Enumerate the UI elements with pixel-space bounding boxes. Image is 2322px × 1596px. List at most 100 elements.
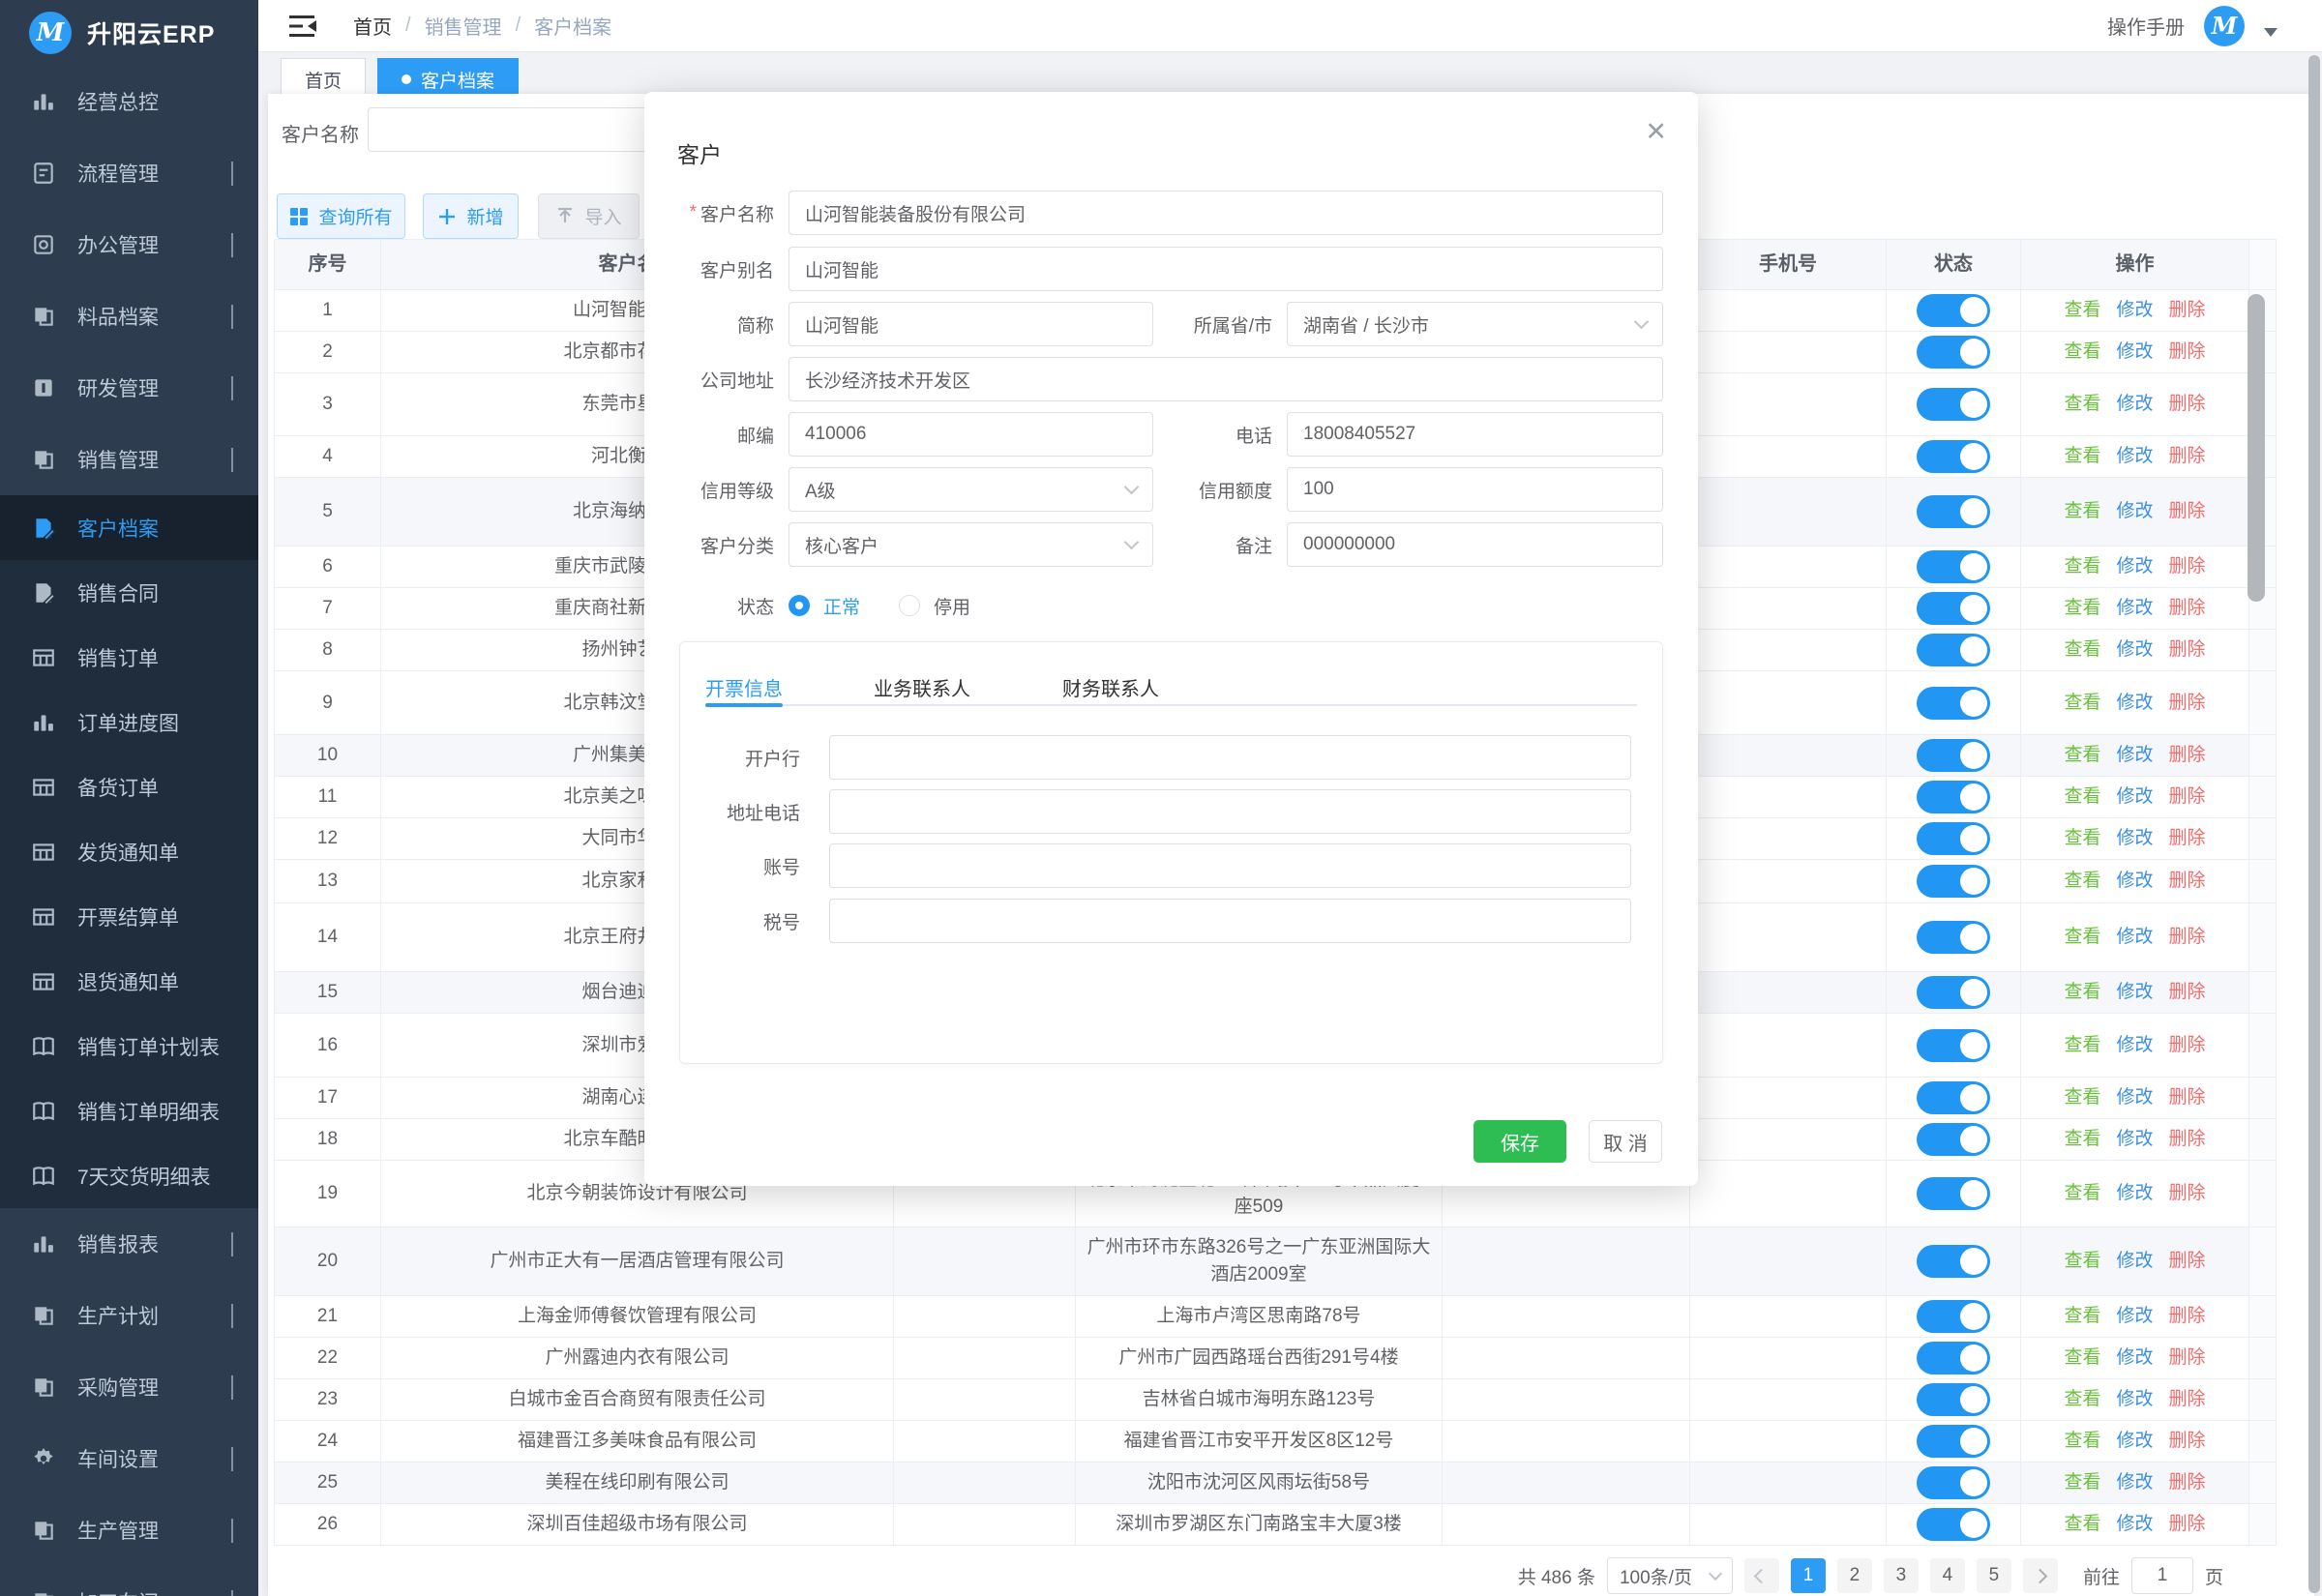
view-link[interactable]: 查看 [2064,391,2100,418]
delete-link[interactable]: 删除 [2169,1345,2206,1372]
view-link[interactable]: 查看 [2064,825,2100,852]
status-normal-label[interactable]: 正常 [823,593,860,619]
view-link[interactable]: 查看 [2064,553,2100,580]
edit-link[interactable]: 修改 [2116,297,2153,324]
delete-link[interactable]: 删除 [2169,1248,2206,1275]
delete-link[interactable]: 删除 [2169,297,2206,324]
delete-link[interactable]: 删除 [2169,443,2206,470]
zip-input[interactable] [789,412,1153,457]
sidebar-subitem[interactable]: 销售合同 [0,560,258,625]
collapse-menu-icon[interactable] [289,14,318,39]
prev-page-button[interactable] [1744,1558,1779,1593]
edit-link[interactable]: 修改 [2116,1180,2153,1207]
sidebar-item[interactable]: 销售管理 [0,424,258,495]
delete-link[interactable]: 删除 [2169,742,2206,769]
edit-link[interactable]: 修改 [2116,553,2153,580]
status-toggle[interactable] [1917,440,1990,473]
status-toggle[interactable] [1917,495,1990,528]
company-address-input[interactable] [789,357,1663,401]
view-link[interactable]: 查看 [2064,1469,2100,1496]
sidebar-item[interactable]: 销售报表 [0,1208,258,1280]
status-toggle[interactable] [1917,294,1990,327]
delete-link[interactable]: 删除 [2169,553,2206,580]
delete-link[interactable]: 删除 [2169,636,2206,664]
category-select[interactable]: 核心客户 [789,522,1153,567]
view-link[interactable]: 查看 [2064,498,2100,525]
edit-link[interactable]: 修改 [2116,783,2153,811]
address-phone-input[interactable] [829,789,1631,834]
delete-link[interactable]: 删除 [2169,1180,2206,1207]
page-button[interactable]: 2 [1837,1558,1872,1593]
save-button[interactable]: 保存 [1474,1120,1566,1163]
edit-link[interactable]: 修改 [2116,339,2153,366]
status-toggle[interactable] [1917,634,1990,666]
status-toggle[interactable] [1917,1081,1990,1114]
view-link[interactable]: 查看 [2064,924,2100,951]
edit-link[interactable]: 修改 [2116,391,2153,418]
status-disabled-label[interactable]: 停用 [934,593,970,619]
tab-finance-contact[interactable]: 财务联系人 [1062,673,1159,701]
sidebar-item[interactable]: 流程管理 [0,137,258,209]
edit-link[interactable]: 修改 [2116,1248,2153,1275]
sidebar-item[interactable]: 办公管理 [0,209,258,281]
status-toggle[interactable] [1917,687,1990,720]
sidebar-item[interactable]: 生产计划 [0,1280,258,1351]
short-name-input[interactable] [789,302,1153,346]
edit-link[interactable]: 修改 [2116,742,2153,769]
next-page-button[interactable] [2023,1558,2058,1593]
delete-link[interactable]: 删除 [2169,690,2206,717]
credit-level-select[interactable]: A级 [789,467,1153,512]
edit-link[interactable]: 修改 [2116,636,2153,664]
status-toggle[interactable] [1917,1425,1990,1458]
sidebar-subitem[interactable]: 退货通知单 [0,949,258,1014]
status-toggle[interactable] [1917,1342,1990,1374]
import-button[interactable]: 导入 [538,193,640,239]
close-icon[interactable]: ✕ [1645,117,1667,147]
view-link[interactable]: 查看 [2064,1345,2100,1372]
sidebar-subitem[interactable]: 发货通知单 [0,819,258,884]
delete-link[interactable]: 删除 [2169,1032,2206,1059]
edit-link[interactable]: 修改 [2116,1303,2153,1330]
query-all-button[interactable]: 查询所有 [277,193,405,239]
status-toggle[interactable] [1917,1300,1990,1333]
sidebar-subitem[interactable]: 7天交货明细表 [0,1143,258,1208]
status-toggle[interactable] [1917,1245,1990,1278]
view-link[interactable]: 查看 [2064,1303,2100,1330]
page-scrollbar[interactable] [2308,55,2320,1593]
add-button[interactable]: 新增 [423,193,519,239]
edit-link[interactable]: 修改 [2116,1084,2153,1111]
sidebar-item[interactable]: 生产管理 [0,1494,258,1566]
province-select[interactable]: 湖南省 / 长沙市 [1287,302,1663,346]
delete-link[interactable]: 删除 [2169,783,2206,811]
view-link[interactable]: 查看 [2064,1180,2100,1207]
bank-input[interactable] [829,735,1631,780]
sidebar-subitem[interactable]: 备货订单 [0,754,258,819]
phone-input[interactable] [1287,412,1663,457]
view-link[interactable]: 查看 [2064,979,2100,1006]
view-link[interactable]: 查看 [2064,1126,2100,1153]
alias-input[interactable] [789,247,1663,291]
view-link[interactable]: 查看 [2064,742,2100,769]
page-button[interactable]: 1 [1791,1558,1826,1593]
page-button[interactable]: 4 [1930,1558,1965,1593]
view-link[interactable]: 查看 [2064,1248,2100,1275]
status-toggle[interactable] [1917,336,1990,369]
delete-link[interactable]: 删除 [2169,595,2206,622]
view-link[interactable]: 查看 [2064,783,2100,811]
sidebar-item[interactable]: 经营总控 [0,66,258,137]
status-radio-disabled[interactable] [899,595,920,616]
edit-link[interactable]: 修改 [2116,595,2153,622]
view-link[interactable]: 查看 [2064,339,2100,366]
account-input[interactable] [829,843,1631,888]
view-link[interactable]: 查看 [2064,868,2100,895]
status-toggle[interactable] [1917,1466,1990,1499]
sidebar-item[interactable]: 采购管理 [0,1351,258,1423]
status-toggle[interactable] [1917,1029,1990,1062]
view-link[interactable]: 查看 [2064,636,2100,664]
status-toggle[interactable] [1917,1383,1990,1416]
view-link[interactable]: 查看 [2064,1428,2100,1455]
edit-link[interactable]: 修改 [2116,443,2153,470]
sidebar-subitem[interactable]: 销售订单 [0,625,258,690]
edit-link[interactable]: 修改 [2116,1386,2153,1413]
page-button[interactable]: 3 [1884,1558,1919,1593]
